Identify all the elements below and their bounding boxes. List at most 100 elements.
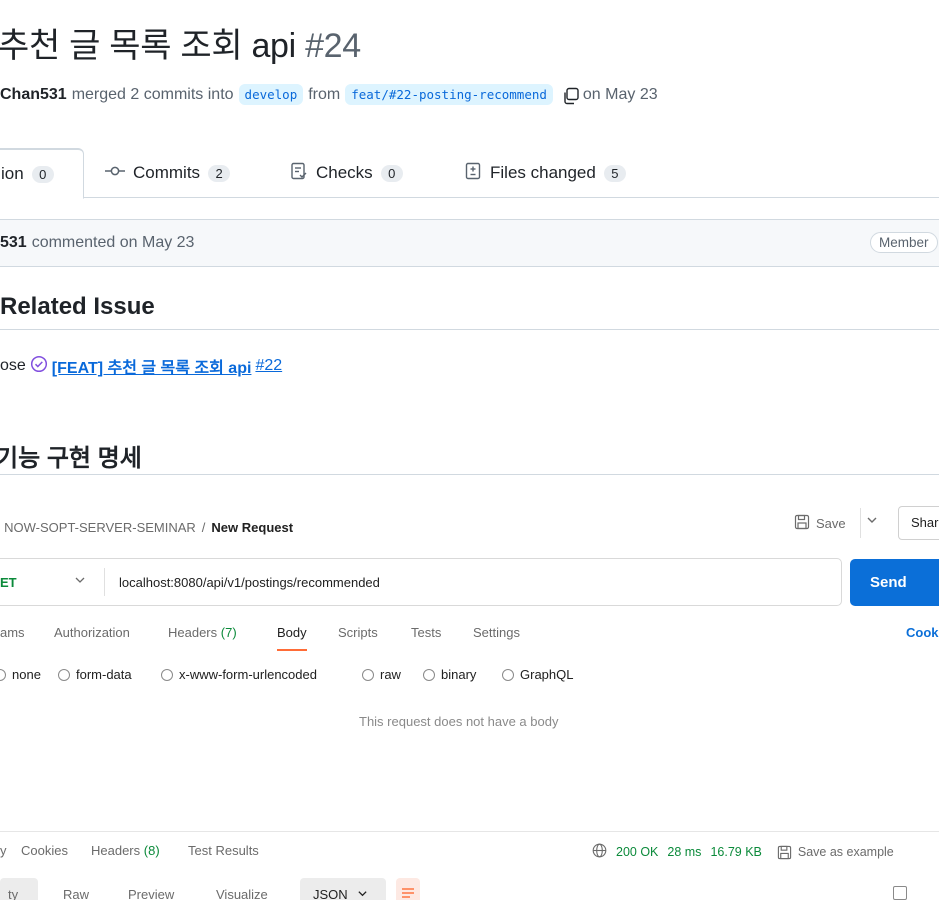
wrap-lines-button[interactable] — [396, 878, 420, 900]
tab-label: Settings — [473, 625, 520, 640]
tab-files-changed[interactable]: Files changed 5 — [464, 148, 626, 198]
tab-params[interactable]: ams — [0, 625, 25, 640]
related-issue-heading: Related Issue — [0, 293, 155, 320]
radio-form-data[interactable]: form-data — [58, 667, 132, 682]
radio-circle-icon — [502, 668, 514, 681]
base-branch[interactable]: develop — [238, 84, 304, 105]
tab-label: Headers — [91, 843, 141, 858]
issue-link[interactable]: [FEAT] 추천 글 목록 조회 api — [52, 354, 252, 378]
close-issue-line: ose [FEAT] 추천 글 목록 조회 api #22 — [0, 354, 282, 378]
toolbar-divider — [860, 508, 861, 538]
tab-counter: 5 — [603, 164, 626, 182]
pr-author-link[interactable]: Chan531 — [0, 86, 67, 104]
cookies-link[interactable]: Cook — [906, 625, 939, 640]
checklist-icon — [290, 162, 308, 185]
url-input[interactable]: localhost:8080/api/v1/postings/recommend… — [119, 575, 380, 590]
comment-action: commented on May 23 — [31, 234, 195, 251]
tab-conversation[interactable]: ion 0 — [0, 148, 84, 199]
response-size[interactable]: 16.79 KB — [710, 845, 761, 859]
radio-circle-icon — [0, 668, 6, 681]
radio-none[interactable]: none — [0, 667, 41, 682]
comment-author[interactable]: 531 — [0, 234, 27, 252]
member-badge: Member — [870, 232, 938, 253]
response-status: 200 OK 28 ms 16.79 KB Save as example — [592, 843, 894, 861]
pr-title-text: 추천 글 목록 조회 api — [0, 27, 296, 65]
radio-graphql[interactable]: GraphQL — [502, 667, 573, 682]
radio-label: x-www-form-urlencoded — [179, 667, 317, 682]
radio-circle-icon — [58, 668, 70, 681]
view-tab-pretty-bg — [0, 878, 38, 900]
tab-label: ion — [1, 164, 24, 183]
tab-body[interactable]: Body — [277, 625, 307, 651]
tab-scripts[interactable]: Scripts — [338, 625, 378, 640]
view-tab-raw[interactable]: Raw — [63, 887, 89, 900]
tab-response-body[interactable]: y — [0, 843, 7, 858]
close-prefix: ose — [0, 357, 26, 374]
format-select[interactable]: JSON — [300, 878, 386, 900]
copy-icon[interactable] — [562, 87, 579, 104]
tab-response-headers[interactable]: Headers (8) — [91, 843, 160, 858]
from-text: from — [308, 85, 341, 103]
tab-count: (8) — [143, 843, 160, 858]
tab-label: Test Results — [188, 843, 259, 858]
wrap-icon — [402, 888, 414, 898]
pr-meta: Chan531 merged 2 commits into develop fr… — [0, 84, 658, 105]
response-divider — [0, 831, 939, 832]
tab-tests[interactable]: Tests — [411, 625, 441, 640]
share-button[interactable]: Shar — [898, 506, 939, 540]
tab-test-results[interactable]: Test Results — [188, 843, 259, 858]
collection-name[interactable]: NOW-SOPT-SERVER-SEMINAR — [4, 520, 196, 535]
tab-commits[interactable]: Commits 2 — [105, 148, 231, 198]
tab-label: Checks — [316, 163, 373, 182]
tab-label: Cookies — [21, 843, 68, 858]
tab-authorization[interactable]: Authorization — [54, 625, 130, 640]
status-code[interactable]: 200 OK — [616, 845, 658, 859]
radio-label: form-data — [76, 667, 132, 682]
file-diff-icon — [464, 162, 482, 185]
save-icon — [794, 514, 810, 533]
method-chevron-down-icon[interactable] — [74, 574, 86, 589]
tab-counter: 2 — [208, 164, 231, 182]
copy-response-icon[interactable] — [893, 886, 907, 900]
pr-number: #24 — [305, 27, 361, 65]
view-tab-pretty[interactable]: ty — [8, 887, 18, 900]
save-options-chevron-icon[interactable] — [866, 514, 878, 529]
radio-raw[interactable]: raw — [362, 667, 401, 682]
save-as-example-button[interactable]: Save as example — [777, 845, 894, 860]
send-button[interactable]: Send — [850, 559, 939, 606]
tab-label: Body — [277, 625, 307, 640]
tab-count: (7) — [220, 625, 237, 640]
radio-binary[interactable]: binary — [423, 667, 476, 682]
tab-label: ams — [0, 625, 25, 640]
head-branch[interactable]: feat/#22-posting-recommend — [345, 84, 553, 105]
empty-body-message: This request does not have a body — [359, 714, 559, 729]
request-name[interactable]: New Request — [211, 520, 293, 535]
tab-settings[interactable]: Settings — [473, 625, 520, 640]
tab-counter: 0 — [31, 165, 54, 183]
globe-icon[interactable] — [592, 843, 607, 861]
tab-label: Tests — [411, 625, 442, 640]
tab-label: Scripts — [338, 625, 378, 640]
implementation-heading: 기능 구현 명세 — [0, 445, 142, 472]
save-button[interactable]: Save — [794, 514, 846, 533]
tab-headers[interactable]: Headers (7) — [168, 625, 237, 640]
http-method-select[interactable]: ET — [0, 575, 17, 590]
tab-label: Authorization — [54, 625, 130, 640]
issue-number-link[interactable]: #22 — [255, 357, 282, 375]
breadcrumb-separator: / — [201, 519, 206, 535]
url-divider — [104, 568, 105, 596]
radio-label: binary — [441, 667, 477, 682]
view-tab-preview[interactable]: Preview — [128, 887, 174, 900]
radio-circle-icon — [161, 668, 173, 681]
tab-label: y — [0, 843, 7, 858]
radio-label: none — [12, 667, 41, 682]
tab-response-cookies[interactable]: Cookies — [21, 843, 68, 858]
radio-urlencoded[interactable]: x-www-form-urlencoded — [161, 667, 317, 682]
commit-icon — [105, 163, 125, 183]
postman-breadcrumb: ⁝ NOW-SOPT-SERVER-SEMINAR / New Request — [0, 519, 293, 535]
tab-counter: 0 — [380, 164, 403, 182]
save-example-label: Save as example — [797, 845, 894, 859]
response-time[interactable]: 28 ms — [667, 845, 701, 859]
view-tab-visualize[interactable]: Visualize — [216, 887, 268, 900]
tab-checks[interactable]: Checks 0 — [290, 148, 403, 198]
